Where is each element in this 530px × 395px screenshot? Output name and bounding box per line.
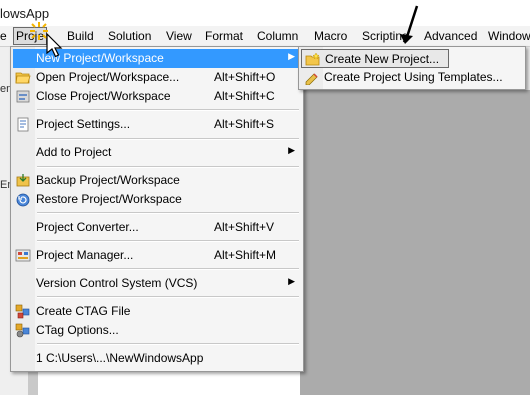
menu-item-label: Project Manager... [36,248,134,262]
ctag-options-icon [15,323,30,338]
ctag-file-icon [15,304,30,319]
menu-separator [37,240,299,242]
menu-separator [37,212,299,214]
submenu-item-label: Create Project Using Templates... [324,70,503,84]
menu-macro[interactable]: Macro [314,28,347,44]
menu-separator [37,343,299,345]
menu-item-shortcut: Alt+Shift+M [214,248,277,262]
workspace-area [300,90,530,395]
menu-item-version-control[interactable]: Version Control System (VCS) ▶ [13,274,301,293]
template-icon [305,73,318,85]
submenu-arrow-icon: ▶ [288,276,295,286]
folder-open-icon [15,72,31,84]
menu-bar: e Proje Build Solution View Format Colum… [0,26,530,47]
menu-item-close-project[interactable]: Close Project/Workspace Alt+Shift+C [13,87,301,106]
menu-item-recent-project[interactable]: 1 C:\Users\...\NewWindowsApp [13,349,301,368]
menu-format[interactable]: Format [205,28,243,44]
menu-separator [37,138,299,140]
menu-item-add-to-project[interactable]: Add to Project ▶ [13,143,301,162]
menu-solution[interactable]: Solution [108,28,151,44]
menu-separator [37,109,299,111]
submenu-item-create-from-templates[interactable]: Create Project Using Templates... [301,68,523,87]
menu-item-label: Create CTAG File [36,304,131,318]
menu-item-project-converter[interactable]: Project Converter... Alt+Shift+V [13,218,301,237]
submenu-arrow-icon: ▶ [288,145,295,155]
menu-item-shortcut: Alt+Shift+V [214,220,275,234]
title-bar: lowsApp [0,0,530,26]
settings-page-icon [17,117,29,132]
menu-column[interactable]: Column [257,28,298,44]
menu-window[interactable]: Window [488,28,530,44]
menu-item-create-ctag-file[interactable]: Create CTAG File [13,302,301,321]
mouse-cursor-icon [46,33,63,58]
menu-item-shortcut: Alt+Shift+O [214,70,276,84]
menu-item-label: Add to Project [36,145,112,159]
menu-item-label: 1 C:\Users\...\NewWindowsApp [36,351,204,365]
menu-item-project-settings[interactable]: Project Settings... Alt+Shift+S [13,115,301,134]
submenu-item-label: Create New Project... [325,52,440,66]
menu-build[interactable]: Build [67,28,94,44]
menu-item-label: Project Settings... [36,117,131,131]
menu-item-shortcut: Alt+Shift+S [214,117,275,131]
menu-item-ctag-options[interactable]: CTag Options... [13,321,301,340]
menu-view[interactable]: View [166,28,192,44]
menu-item-project-manager[interactable]: Project Manager... Alt+Shift+M [13,246,301,265]
window-title: lowsApp [0,6,50,21]
menu-edit-fragment[interactable]: e [0,28,7,44]
restore-icon [16,193,30,207]
project-manager-icon [15,249,31,262]
menu-item-restore-project[interactable]: Restore Project/Workspace [13,190,301,209]
menu-item-backup-project[interactable]: Backup Project/Workspace [13,171,301,190]
new-project-icon [305,52,320,66]
submenu-arrow-icon: ▶ [288,51,295,61]
menu-item-label: Open Project/Workspace... [36,70,180,84]
backup-icon [16,174,30,187]
submenu-item-create-new-project[interactable]: Create New Project... [301,49,449,68]
menu-item-label: Backup Project/Workspace [36,173,180,187]
menu-item-label: CTag Options... [36,323,119,337]
menu-advanced[interactable]: Advanced [424,28,477,44]
annotation-arrow-icon [400,5,419,44]
project-close-icon [16,90,30,103]
menu-item-label: Restore Project/Workspace [36,192,182,206]
project-menu: New Project/Workspace ▶ Open Project/Wor… [10,46,304,372]
menu-item-label: Project Converter... [36,220,139,234]
menu-item-label: Version Control System (VCS) [36,276,198,290]
menu-item-label: Close Project/Workspace [36,89,171,103]
menu-separator [37,268,299,270]
menu-separator [37,166,299,168]
menu-item-open-project[interactable]: Open Project/Workspace... Alt+Shift+O [13,68,301,87]
new-project-submenu: Create New Project... Create Project Usi… [298,46,526,90]
menu-item-shortcut: Alt+Shift+C [214,89,275,103]
menu-separator [37,296,299,298]
